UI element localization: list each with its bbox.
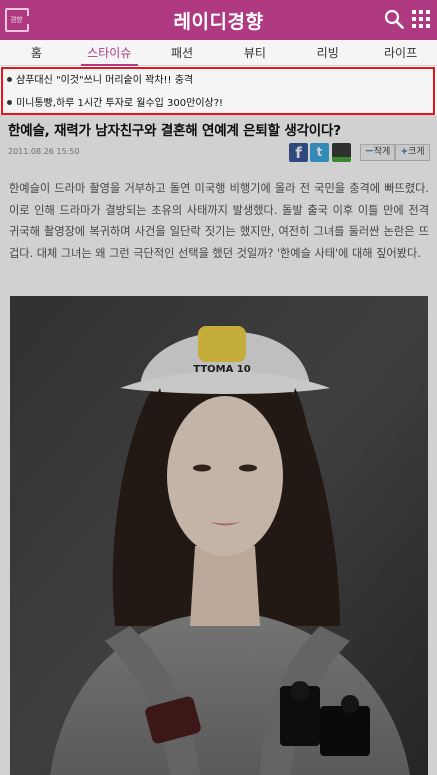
article-photo: TTOMA 10 (10, 296, 428, 775)
article-title: 한예슬, 재력가 남자친구와 결혼해 연예계 은퇴할 생각이다? (8, 123, 341, 139)
promo-link-2[interactable]: 미니통빵,하루 1시간 투자로 월수입 300만이상?! (7, 94, 223, 114)
font-larger-button[interactable]: +크게 (395, 144, 430, 161)
app-header: 경향 레이디경향 (0, 0, 437, 40)
tab-living[interactable]: 리빙 (291, 40, 364, 65)
grid-menu-icon[interactable] (412, 10, 430, 28)
tab-life[interactable]: 라이프 (364, 40, 437, 65)
facebook-icon[interactable]: f (289, 143, 308, 162)
article-body: 한예슬이 드라마 촬영을 거부하고 돌연 미국행 비행기에 올라 전 국민을 충… (9, 182, 429, 260)
article-date: 2011.08.26 15:50 (8, 147, 80, 156)
bullet-icon (7, 77, 12, 82)
search-icon[interactable] (384, 9, 404, 29)
font-smaller-button[interactable]: －작게 (360, 144, 395, 161)
tab-star-issue[interactable]: 스타이슈 (73, 40, 146, 66)
site-title[interactable]: 레이디경향 (0, 7, 437, 34)
promo-links-box: 샴푸대신 "이것"쓰니 머리숱이 꽉차!! 충격 미니통빵,하루 1시간 투자로… (1, 67, 435, 115)
promo-link-text: 미니통빵,하루 1시간 투자로 월수입 300만이상?! (16, 98, 224, 109)
photo-illustration: TTOMA 10 (10, 296, 428, 775)
tab-fashion[interactable]: 패션 (146, 40, 219, 65)
bullet-icon (7, 100, 12, 105)
twitter-icon[interactable]: t (310, 143, 329, 162)
share-etc-icon[interactable] (332, 143, 351, 162)
promo-link-text: 샴푸대신 "이것"쓰니 머리숱이 꽉차!! 충격 (16, 75, 194, 86)
cap-text: TTOMA 10 (193, 364, 251, 375)
promo-link-1[interactable]: 샴푸대신 "이것"쓰니 머리숱이 꽉차!! 충격 (7, 71, 193, 91)
tab-home[interactable]: 홈 (0, 40, 73, 65)
tab-beauty[interactable]: 뷰티 (218, 40, 291, 65)
category-tabs: 홈 스타이슈 패션 뷰티 리빙 라이프 (0, 40, 437, 66)
